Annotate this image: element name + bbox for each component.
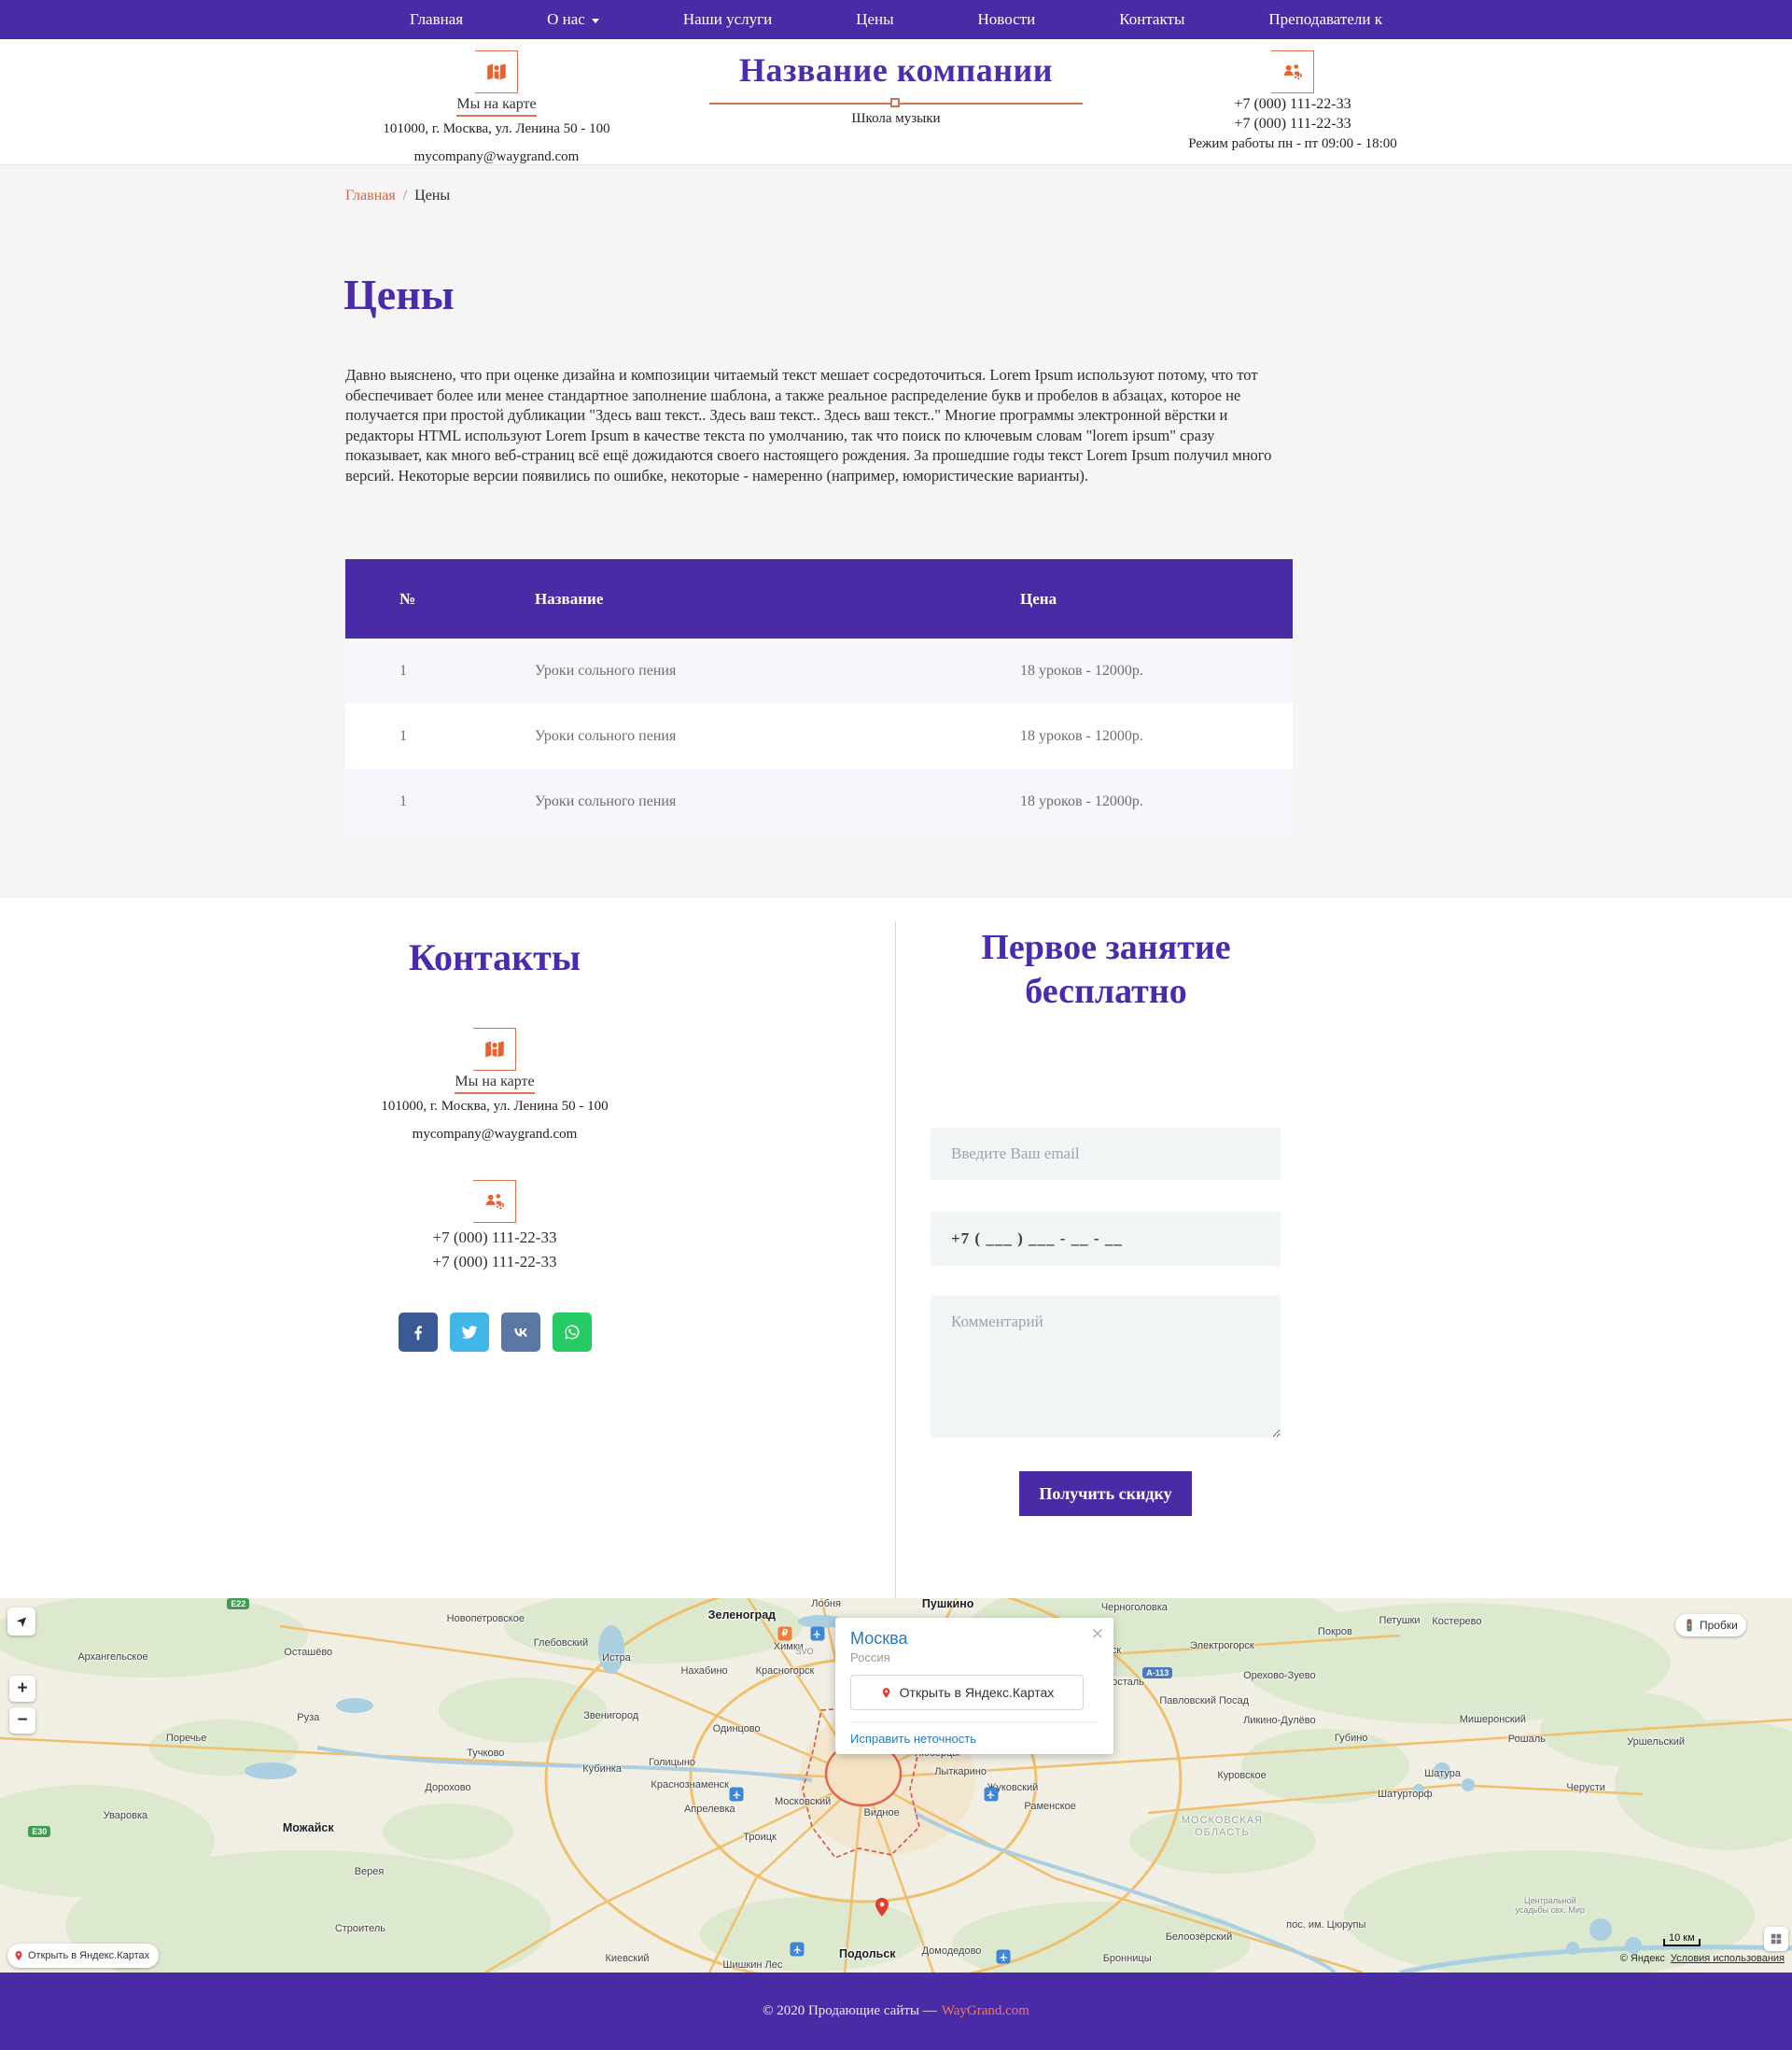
- price-table: №НазваниеЦена1Уроки сольного пения18 уро…: [345, 559, 1293, 835]
- table-cell: 1: [345, 793, 481, 810]
- nav-item-0[interactable]: Главная: [410, 10, 463, 29]
- table-cell: Уроки сольного пения: [481, 663, 966, 680]
- email-field[interactable]: [931, 1128, 1281, 1180]
- support-icon: [473, 1180, 516, 1223]
- chevron-down-icon: [592, 19, 599, 23]
- breadcrumb: Главная / Цены: [345, 188, 450, 204]
- map-popup: Москва Россия Открыть в Яндекс.Картах Ис…: [835, 1618, 1113, 1754]
- header-phone-2[interactable]: +7 (000) 111-22-33: [1083, 116, 1503, 133]
- contacts-and-form-section: Контакты Мы на карте 101000, г. Москва, …: [0, 898, 1792, 1598]
- traffic-button[interactable]: Пробки: [1675, 1614, 1746, 1636]
- table-header-row: №НазваниеЦена: [345, 559, 1293, 639]
- nav-item-2[interactable]: Наши услуги: [683, 10, 772, 29]
- nav-item-4[interactable]: Новости: [978, 10, 1036, 29]
- phone-field[interactable]: [931, 1212, 1281, 1266]
- layers-button[interactable]: [1764, 1927, 1788, 1951]
- map-icon: [475, 50, 518, 93]
- nav-item-5[interactable]: Контакты: [1119, 10, 1184, 29]
- table-header-cell: Название: [481, 590, 966, 609]
- open-in-yandex-maps-badge[interactable]: Открыть в Яндекс.Картах: [7, 1944, 159, 1968]
- page-title: Цены: [343, 270, 455, 319]
- breadcrumb-current: Цены: [414, 188, 450, 204]
- terms-link[interactable]: Условия использования: [1671, 1953, 1785, 1964]
- traffic-label: Пробки: [1700, 1619, 1738, 1632]
- table-cell: 18 уроков - 12000р.: [966, 728, 1293, 745]
- header-map-link[interactable]: Мы на карте: [456, 96, 536, 117]
- table-header-cell: №: [345, 590, 481, 609]
- vk-icon[interactable]: [501, 1313, 540, 1352]
- fix-inaccuracy-link[interactable]: Исправить неточность: [850, 1721, 1099, 1746]
- table-row: 1Уроки сольного пения18 уроков - 12000р.: [345, 704, 1293, 769]
- pin-icon: [880, 1687, 892, 1699]
- nav-items: Главная О нас Наши услуги Цены Новости Контак…: [410, 10, 1382, 29]
- nav-item-6[interactable]: Преподаватели к: [1268, 10, 1382, 29]
- breadcrumb-home-link[interactable]: Главная: [345, 188, 396, 204]
- site-header: Мы на карте 101000, г. Москва, ул. Ленин…: [0, 39, 1792, 164]
- support-icon: [1271, 50, 1314, 93]
- footer-copyright: © 2020 Продающие сайты —: [763, 2003, 937, 2019]
- contacts-email[interactable]: mycompany@waygrand.com: [215, 1127, 775, 1143]
- table-cell: Уроки сольного пения: [481, 728, 966, 745]
- contacts-phone-2[interactable]: +7 (000) 111-22-33: [215, 1253, 775, 1271]
- table-cell: Уроки сольного пения: [481, 793, 966, 810]
- map-scale: 10 км: [1663, 1932, 1701, 1946]
- page: Главная О нас Наши услуги Цены Новости Контак…: [0, 0, 1792, 2050]
- comment-field[interactable]: [931, 1296, 1281, 1438]
- zoom-in-button[interactable]: +: [9, 1676, 35, 1702]
- logo-divider: [709, 103, 1083, 105]
- map-copyright: © Яндекс Условия использования: [1620, 1953, 1785, 1964]
- table-cell: 18 уроков - 12000р.: [966, 793, 1293, 810]
- intro-paragraph: Давно выяснено, что при оценке дизайна и…: [345, 365, 1292, 486]
- main-content: Главная / Цены Цены Давно выяснено, что пр…: [0, 164, 1792, 898]
- get-discount-button[interactable]: Получить скидку: [1019, 1471, 1192, 1516]
- contacts-address: 101000, г. Москва, ул. Ленина 50 - 100: [215, 1099, 775, 1115]
- zoom-out-button[interactable]: −: [9, 1707, 35, 1734]
- close-icon[interactable]: ✕: [1091, 1625, 1104, 1644]
- open-badge-label: Открыть в Яндекс.Картах: [28, 1950, 149, 1961]
- logo-divider-square: [890, 98, 900, 107]
- map-icon: [473, 1028, 516, 1071]
- header-phone-1[interactable]: +7 (000) 111-22-33: [1083, 96, 1503, 113]
- yandex-map[interactable]: ЗеленоградЛобняПушкиноЧерноголовкаНогинс…: [0, 1598, 1792, 1973]
- layers-icon: [1770, 1932, 1783, 1945]
- table-row: 1Уроки сольного пения18 уроков - 12000р.: [345, 639, 1293, 704]
- geolocation-button[interactable]: [7, 1608, 35, 1636]
- contacts-map-link[interactable]: Мы на карте: [455, 1074, 534, 1094]
- top-navigation: Главная О нас Наши услуги Цены Новости Контак…: [0, 0, 1792, 39]
- header-hours: Режим работы пн - пт 09:00 - 18:00: [1083, 136, 1503, 152]
- whatsapp-icon[interactable]: [553, 1313, 592, 1352]
- pin-icon: [13, 1950, 24, 1961]
- yandex-copyright: © Яндекс: [1620, 1953, 1665, 1964]
- header-contact-right: +7 (000) 111-22-33 +7 (000) 111-22-33 Ре…: [1083, 50, 1503, 152]
- contacts-column: Контакты Мы на карте 101000, г. Москва, …: [215, 898, 775, 1352]
- nav-item-1[interactable]: О нас: [547, 10, 599, 29]
- open-in-yandex-maps-button[interactable]: Открыть в Яндекс.Картах: [850, 1675, 1084, 1710]
- footer-waygrand-link[interactable]: WayGrand.com: [942, 2003, 1029, 2019]
- breadcrumb-separator: /: [403, 188, 407, 204]
- open-button-label: Открыть в Яндекс.Картах: [900, 1685, 1055, 1700]
- popup-city-link[interactable]: Москва: [850, 1629, 1099, 1649]
- contacts-title: Контакты: [215, 935, 775, 979]
- header-email[interactable]: mycompany@waygrand.com: [308, 149, 685, 165]
- site-footer: © 2020 Продающие сайты — WayGrand.com: [0, 1973, 1792, 2050]
- table-header-cell: Цена: [966, 590, 1293, 609]
- table-cell: 1: [345, 728, 481, 745]
- facebook-icon[interactable]: [399, 1313, 438, 1352]
- table-cell: 1: [345, 663, 481, 680]
- table-row: 1Уроки сольного пения18 уроков - 12000р.: [345, 769, 1293, 835]
- location-arrow-icon: [15, 1615, 28, 1628]
- discount-form: Получить скидку: [931, 1128, 1281, 1516]
- nav-item-3[interactable]: Цены: [856, 10, 893, 29]
- social-links: [215, 1313, 775, 1352]
- table-cell: 18 уроков - 12000р.: [966, 663, 1293, 680]
- vertical-divider: [895, 921, 896, 1598]
- traffic-light-icon: [1684, 1619, 1695, 1632]
- contacts-phone-1[interactable]: +7 (000) 111-22-33: [215, 1229, 775, 1247]
- twitter-icon[interactable]: [450, 1313, 489, 1352]
- form-title: Первое занятие бесплатно: [896, 926, 1316, 1014]
- placemark-pin-icon[interactable]: [871, 1893, 893, 1921]
- popup-country: Россия: [850, 1650, 1099, 1664]
